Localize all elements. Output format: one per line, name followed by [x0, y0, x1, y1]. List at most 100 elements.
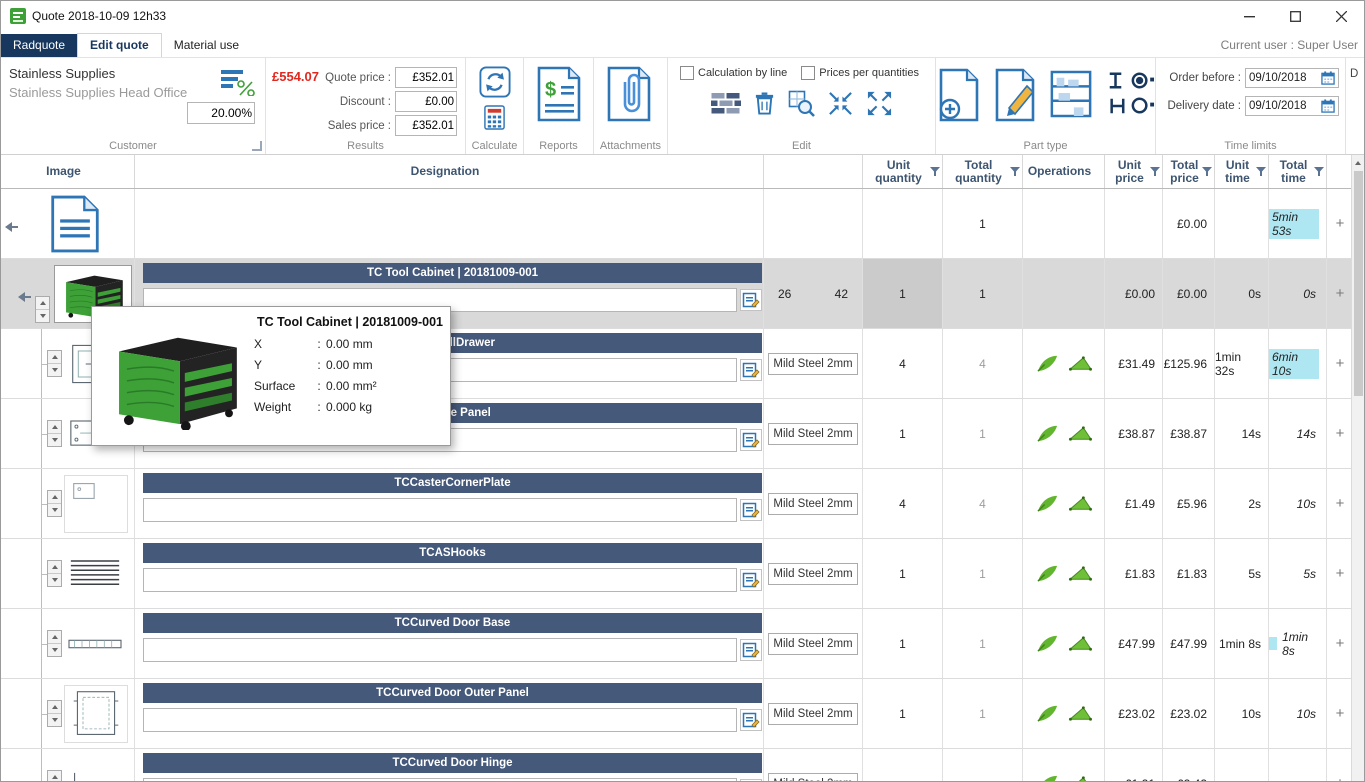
part-note-input[interactable]	[143, 568, 737, 592]
filter-icon[interactable]	[1150, 167, 1160, 177]
material-select[interactable]: Mild Steel 2mm	[768, 703, 858, 725]
part-thumbnail[interactable]	[64, 685, 128, 743]
add-row-button[interactable]: +	[1327, 329, 1353, 398]
cutting-operation-icon[interactable]	[1035, 423, 1060, 444]
quantity-stepper[interactable]	[47, 630, 62, 657]
tab-edit-quote[interactable]: Edit quote	[77, 33, 162, 57]
calculation-by-line-checkbox[interactable]	[680, 66, 694, 80]
bending-operation-icon[interactable]	[1068, 353, 1093, 374]
column-header-designation[interactable]: Designation	[135, 155, 764, 188]
part-note-input[interactable]	[143, 778, 737, 782]
order-before-input[interactable]: 09/10/2018	[1245, 68, 1339, 88]
column-header-unit-quantity[interactable]: Unit quantity	[863, 155, 943, 188]
part-thumbnail[interactable]	[64, 616, 126, 672]
unit-quantity-cell[interactable]: 4	[863, 329, 943, 398]
preview-button[interactable]	[788, 90, 815, 120]
quote-price-input[interactable]	[395, 67, 457, 88]
column-header-blank[interactable]	[764, 155, 863, 188]
calculator-button[interactable]	[483, 105, 506, 133]
quantity-stepper[interactable]	[47, 770, 62, 782]
filter-icon[interactable]	[1202, 167, 1212, 177]
unit-quantity-cell[interactable]: 1	[863, 259, 943, 328]
add-row-button[interactable]: +	[1327, 679, 1353, 748]
edit-note-button[interactable]	[740, 709, 762, 731]
expand-all-button[interactable]	[866, 90, 893, 120]
bending-operation-icon[interactable]	[1068, 773, 1093, 782]
column-header-image[interactable]: Image	[1, 155, 135, 188]
unit-quantity-cell[interactable]	[863, 749, 943, 782]
add-row-button[interactable]: +	[1327, 609, 1353, 678]
edit-note-button[interactable]	[740, 289, 762, 311]
edit-note-button[interactable]	[740, 499, 762, 521]
maximize-button[interactable]	[1272, 1, 1318, 31]
cutting-operation-icon[interactable]	[1035, 773, 1060, 782]
cutting-operation-icon[interactable]	[1035, 353, 1060, 374]
table-row-root[interactable]: 1 £0.00 5min 53s +	[1, 189, 1353, 259]
filter-icon[interactable]	[1256, 167, 1266, 177]
column-header-total-price[interactable]: Total price	[1163, 155, 1215, 188]
sales-price-input[interactable]	[395, 115, 457, 136]
part-name-header[interactable]: TCCurved Door Hinge	[143, 753, 762, 773]
reports-button[interactable]: $	[535, 66, 583, 125]
column-header-unit-time[interactable]: Unit time	[1215, 155, 1269, 188]
scroll-up-button[interactable]	[1352, 155, 1364, 170]
column-header-total-quantity[interactable]: Total quantity	[943, 155, 1023, 188]
add-row-button[interactable]: +	[1327, 189, 1353, 258]
dialog-launcher-icon[interactable]	[252, 141, 262, 151]
delivery-date-input[interactable]: 09/10/2018	[1245, 96, 1339, 116]
material-select[interactable]: Mild Steel 2mm	[768, 423, 858, 445]
edit-note-button[interactable]	[740, 359, 762, 381]
delete-button[interactable]	[753, 91, 776, 119]
quote-document-icon[interactable]	[49, 195, 101, 253]
collapse-all-button[interactable]	[827, 90, 854, 120]
part-note-input[interactable]	[143, 638, 737, 662]
unit-quantity-cell[interactable]: 4	[863, 469, 943, 538]
part-name-header[interactable]: TCCasterCornerPlate	[143, 473, 762, 493]
prices-per-quantities-checkbox[interactable]	[801, 66, 815, 80]
tab-radquote[interactable]: Radquote	[1, 34, 77, 57]
edit-part-button[interactable]	[993, 68, 1039, 125]
bending-operation-icon[interactable]	[1068, 493, 1093, 514]
material-select[interactable]: Mild Steel 2mm	[768, 353, 858, 375]
column-header-unit-price[interactable]: Unit price	[1105, 155, 1163, 188]
unit-quantity-cell[interactable]: 1	[863, 609, 943, 678]
calendar-icon[interactable]	[1321, 99, 1335, 113]
discount-percent-input[interactable]	[187, 102, 255, 124]
cutting-operation-icon[interactable]	[1035, 563, 1060, 584]
table-row-part[interactable]: TCASHooks Mild Steel 2mm 1 1 £1.83 £1.83…	[1, 539, 1353, 609]
filter-icon[interactable]	[1010, 167, 1020, 177]
add-row-button[interactable]: +	[1327, 749, 1353, 782]
add-row-button[interactable]: +	[1327, 539, 1353, 608]
vertical-scrollbar[interactable]	[1351, 155, 1364, 782]
part-name-header[interactable]: TC Tool Cabinet | 20181009-001	[143, 263, 762, 283]
material-select[interactable]: Mild Steel 2mm	[768, 493, 858, 515]
bending-operation-icon[interactable]	[1068, 633, 1093, 654]
unit-quantity-cell[interactable]: 1	[863, 539, 943, 608]
add-row-button[interactable]: +	[1327, 469, 1353, 538]
part-name-header[interactable]: TCCurved Door Base	[143, 613, 762, 633]
bending-operation-icon[interactable]	[1068, 703, 1093, 724]
part-thumbnail[interactable]	[64, 756, 126, 782]
table-row-part[interactable]: TCCurved Door Outer Panel Mild Steel 2mm…	[1, 679, 1353, 749]
bending-operation-icon[interactable]	[1068, 563, 1093, 584]
part-name-header[interactable]: TCASHooks	[143, 543, 762, 563]
cutting-operation-icon[interactable]	[1035, 703, 1060, 724]
quantity-stepper[interactable]	[47, 420, 62, 447]
quantity-stepper[interactable]	[47, 700, 62, 727]
edit-note-button[interactable]	[740, 639, 762, 661]
quantity-stepper[interactable]	[35, 296, 50, 323]
add-row-button[interactable]: +	[1327, 259, 1353, 328]
minimize-button[interactable]	[1226, 1, 1272, 31]
add-row-button[interactable]: +	[1327, 399, 1353, 468]
edit-note-button[interactable]	[740, 569, 762, 591]
material-select[interactable]: Mild Steel 2mm	[768, 773, 858, 782]
calendar-icon[interactable]	[1321, 71, 1335, 85]
add-part-button[interactable]	[937, 68, 983, 125]
filter-icon[interactable]	[930, 167, 940, 177]
part-name-header[interactable]: TCCurved Door Outer Panel	[143, 683, 762, 703]
materials-button[interactable]	[711, 92, 741, 118]
column-header-total-time[interactable]: Total time	[1269, 155, 1327, 188]
material-select[interactable]: Mild Steel 2mm	[768, 563, 858, 585]
part-note-input[interactable]	[143, 708, 737, 732]
quantity-stepper[interactable]	[47, 350, 62, 377]
